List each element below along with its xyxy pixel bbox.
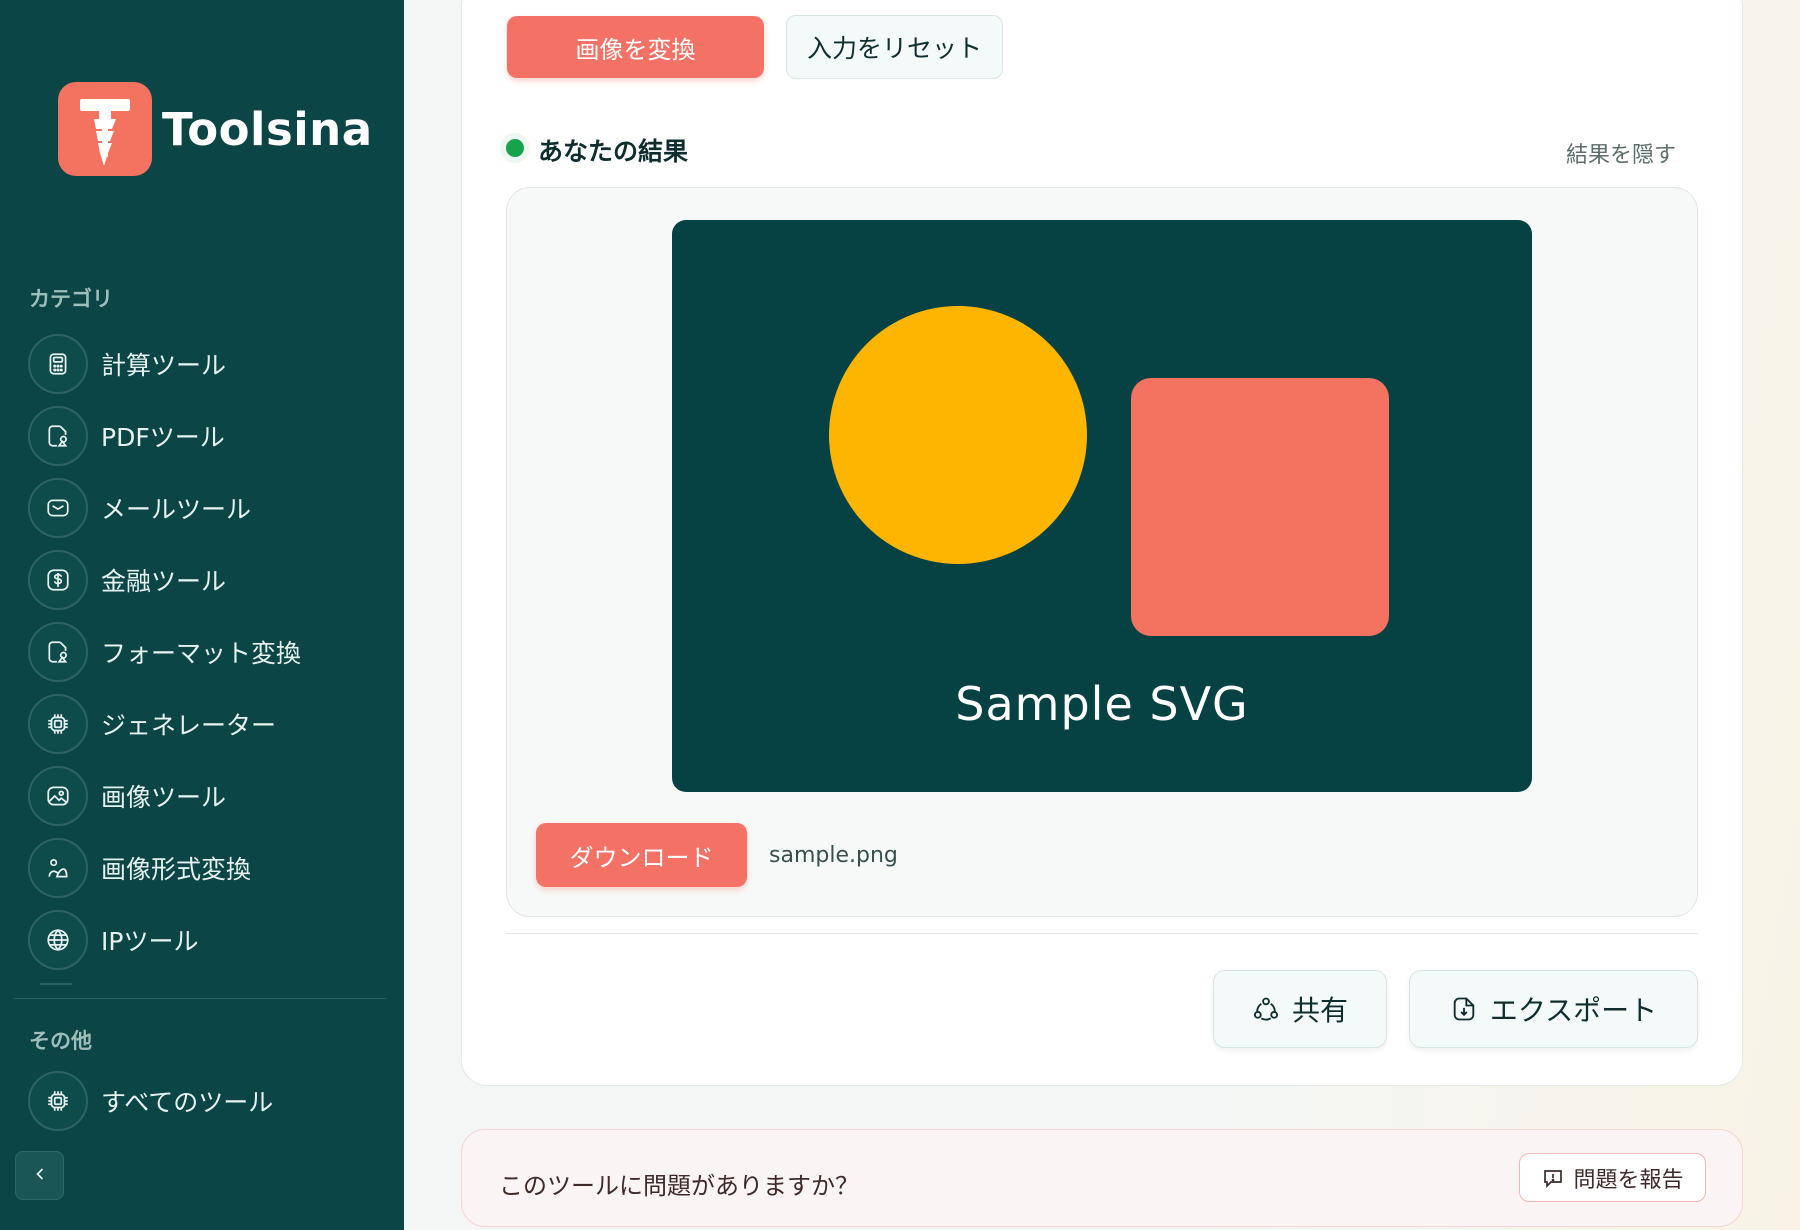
- preview-square: [1131, 378, 1389, 636]
- share-label: 共有: [1291, 994, 1348, 1027]
- sidebar-item-label: 金融ツール: [101, 567, 227, 596]
- report-button-label: 問題を報告: [1573, 1167, 1684, 1193]
- preview-caption: Sample SVG: [955, 677, 1248, 731]
- other-heading: その他: [29, 1029, 92, 1053]
- export-label: エクスポート: [1489, 994, 1658, 1027]
- sidebar-item-all-tools[interactable]: すべてのツール: [28, 1070, 273, 1132]
- download-button[interactable]: ダウンロード: [536, 823, 747, 887]
- message-alert-icon: [1541, 1166, 1565, 1190]
- chevron-left-icon: [30, 1164, 50, 1188]
- sidebar-item-label: 画像ツール: [101, 783, 227, 812]
- report-question: このツールに問題がありますか？: [499, 1172, 859, 1200]
- sidebar-item-label: すべてのツール: [101, 1088, 274, 1117]
- dollar-icon: [28, 550, 88, 610]
- brand-name: Toolsina: [162, 102, 373, 156]
- sidebar-item-ip[interactable]: IPツール: [28, 909, 198, 971]
- reset-input-button[interactable]: 入力をリセット: [786, 15, 1003, 79]
- file-shapes-icon: [28, 622, 88, 682]
- sidebar-divider: [14, 998, 386, 999]
- sidebar-item-finance[interactable]: 金融ツール: [28, 549, 226, 611]
- sidebar-item-label: メールツール: [101, 495, 252, 524]
- sidebar-item-pdf[interactable]: PDFツール: [28, 405, 225, 467]
- sidebar-item-label: 画像形式変換: [101, 855, 252, 884]
- shapes-icon: [28, 838, 88, 898]
- categories-heading: カテゴリ: [29, 287, 113, 311]
- globe-icon: [28, 910, 88, 970]
- sidebar-item-label: IPツール: [101, 927, 199, 956]
- preview-circle: [829, 306, 1087, 564]
- sidebar-item-label: PDFツール: [101, 423, 225, 452]
- calculator-icon: [28, 334, 88, 394]
- card-divider: [506, 933, 1698, 934]
- brand-logo[interactable]: Toolsina: [58, 82, 373, 176]
- sidebar-item-label: フォーマット変換: [101, 639, 302, 668]
- file-download-icon: [1450, 995, 1478, 1023]
- collapse-sidebar-button[interactable]: [15, 1151, 64, 1200]
- scroll-hint: [40, 983, 72, 985]
- convert-image-button[interactable]: 画像を変換: [507, 16, 764, 78]
- status-dot: [506, 139, 524, 157]
- sidebar-item-image[interactable]: 画像ツール: [28, 765, 226, 827]
- result-filename: sample.png: [769, 843, 898, 868]
- report-issue-button[interactable]: 問題を報告: [1519, 1153, 1706, 1202]
- chip-icon: [28, 694, 88, 754]
- file-shapes-icon: [28, 406, 88, 466]
- results-heading: あなたの結果: [538, 137, 689, 166]
- sidebar-item-label: 計算ツール: [101, 351, 227, 380]
- sidebar-item-mail[interactable]: メールツール: [28, 477, 251, 539]
- image-icon: [28, 766, 88, 826]
- sidebar-item-label: ジェネレーター: [101, 711, 277, 740]
- screw-logo-icon: [58, 82, 152, 176]
- hide-results-link[interactable]: 結果を隠す: [1566, 137, 1676, 169]
- sidebar-item-generator[interactable]: ジェネレーター: [28, 693, 276, 755]
- share-button[interactable]: 共有: [1213, 970, 1387, 1048]
- chip-icon: [28, 1071, 88, 1131]
- share-icon: [1252, 995, 1280, 1023]
- mail-icon: [28, 478, 88, 538]
- sidebar-item-calculator[interactable]: 計算ツール: [28, 333, 226, 395]
- export-button[interactable]: エクスポート: [1409, 970, 1698, 1048]
- result-preview-image: Sample SVG: [672, 220, 1532, 792]
- sidebar-item-format-convert[interactable]: フォーマット変換: [28, 621, 301, 683]
- sidebar: Toolsina カテゴリ 計算ツール PDFツール メールツール 金融ツール …: [0, 0, 404, 1230]
- sidebar-item-image-format[interactable]: 画像形式変換: [28, 837, 251, 899]
